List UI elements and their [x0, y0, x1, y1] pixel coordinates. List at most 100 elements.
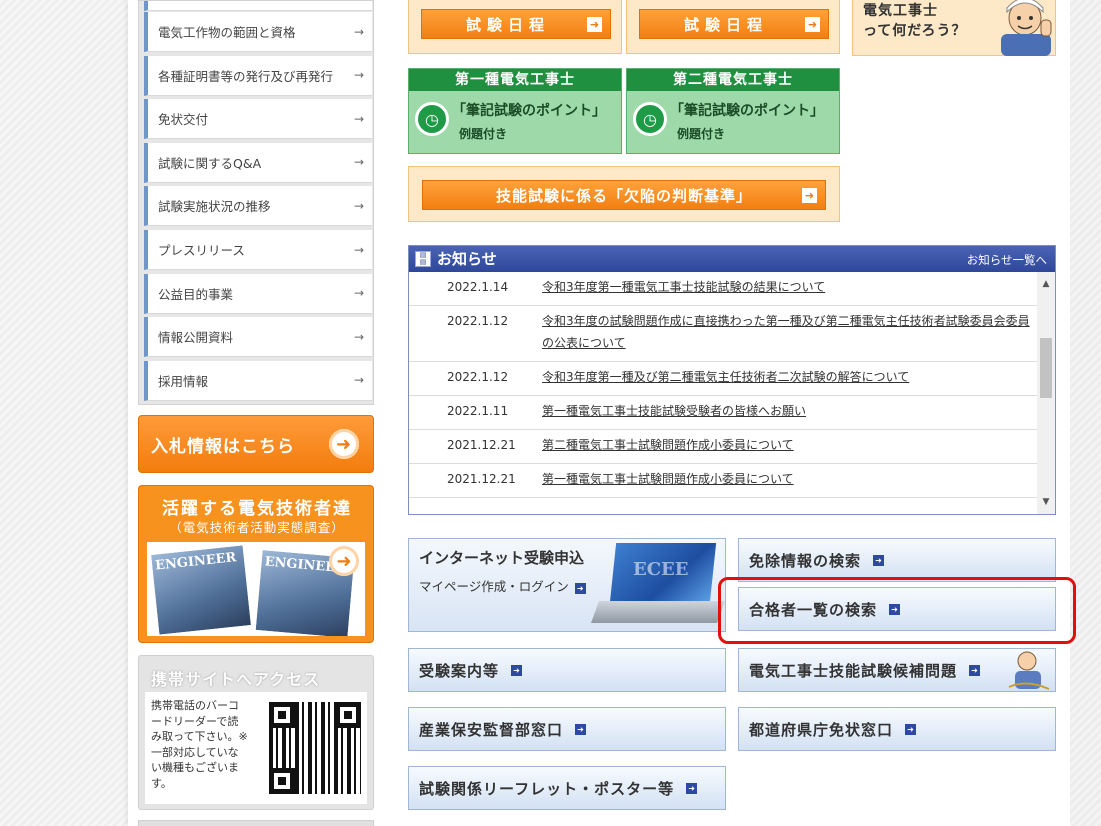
news-header: ▤ ▤ お知らせ お知らせ一覧へ: [409, 246, 1055, 272]
news-box: ▤ ▤ お知らせ お知らせ一覧へ 2022.1.14 令和3年度第一種電気工事士技能…: [408, 245, 1056, 515]
skill-candidates-button[interactable]: 電気工事士技能試験候補問題 ➜: [738, 648, 1056, 692]
what-is-electrician-banner[interactable]: 電気工事士 って何だろう？: [852, 0, 1056, 56]
arrow-right-icon: ➜: [575, 723, 587, 735]
arrow-right-icon: ➜: [969, 664, 981, 676]
news-link[interactable]: 令和3年度第一種及び第二種電気主任技術者二次試験の解答について: [542, 366, 1032, 388]
passers-search-button[interactable]: 合格者一覧の検索 ➜: [738, 587, 1056, 631]
news-date: 2021.12.21: [447, 472, 516, 486]
sidebar-menu: 電気工作物の範囲と資格 → 各種証明書等の発行及び再発行 → 免状交付 → 試験に関するQ&…: [138, 0, 374, 405]
written-points-sub: 例題付き: [459, 127, 508, 141]
news-all-link[interactable]: お知らせ一覧へ: [967, 252, 1047, 268]
defect-criteria-button[interactable]: 技能試験に係る「欠陥の判断基準」 ➜: [422, 180, 826, 210]
sidebar-item[interactable]: 免状交付 →: [144, 99, 372, 140]
what-is-electrician-text: 電気工事士 って何だろう？: [863, 3, 967, 39]
sidebar-item-label: 試験実施状況の推移: [158, 199, 271, 215]
sidebar-item-label: 採用情報: [158, 373, 209, 389]
sidebar-item-label: 免状交付: [158, 112, 209, 128]
mobile-site-title: 携帯サイトへアクセス: [151, 670, 321, 689]
news-link[interactable]: 第二種電気工事士試験問題作成小委員について: [542, 434, 1032, 456]
worker-wiring-icon: [1008, 651, 1050, 690]
news-scrollbar[interactable]: ▲ ▼: [1037, 272, 1055, 514]
scroll-down-icon[interactable]: ▼: [1037, 494, 1055, 510]
prefecture-office-button[interactable]: 都道府県庁免状窓口 ➜: [738, 707, 1056, 751]
magazine-cover-1: ENGINEER: [148, 543, 254, 636]
arrow-right-icon: →: [353, 329, 364, 344]
news-row: 2022.1.11 第一種電気工事士技能試験受験者の皆様へお願い: [409, 396, 1037, 430]
written-points-card-2[interactable]: 第二種電気工事士 ◷ 「筆記試験のポイント」 例題付き: [626, 68, 840, 154]
arrow-right-icon: →: [353, 24, 364, 39]
sidebar-item[interactable]: 試験実施状況の推移 →: [144, 186, 372, 227]
clock-test-icon: ◷: [415, 102, 449, 136]
sidebar-item[interactable]: 試験に関するQ&A →: [144, 142, 372, 183]
engineer-banner-title: 活躍する電気技術者達: [162, 499, 352, 519]
news-link[interactable]: 令和3年度第一種電気工事士技能試験の結果について: [542, 276, 1032, 298]
mobile-site-box: 携帯サイトへアクセス 携帯電話のバーコードリーダーで読み取って下さい。※一部対応…: [138, 655, 374, 810]
scrollbar-thumb[interactable]: [1040, 338, 1052, 398]
exemption-search-button[interactable]: 免除情報の検索 ➜: [738, 538, 1056, 582]
sidebar-item-label: 電気工作物の範囲と資格: [158, 25, 296, 40]
arrow-right-icon: ➜: [329, 546, 359, 576]
mypage-login-link[interactable]: マイページ作成・ログイン ➜: [419, 576, 586, 595]
arrow-right-icon: ➜: [686, 782, 698, 794]
news-row: 2022.1.12 令和3年度第一種及び第二種電気主任技術者二次試験の解答について: [409, 362, 1037, 396]
written-points-sub: 例題付き: [677, 127, 726, 141]
bid-info-banner[interactable]: 入札情報はこちら ➜: [138, 415, 374, 473]
schedule-button-label: 試験日程: [684, 15, 769, 34]
arrow-right-icon: ➜: [802, 188, 817, 203]
news-link[interactable]: 第一種電気工事士試験問題作成小委員について: [542, 468, 1032, 490]
clock-test-icon: ◷: [633, 102, 667, 136]
news-date: 2022.1.14: [447, 280, 509, 294]
arrow-right-icon: →: [353, 155, 364, 170]
internet-application-title: インターネット受験申込: [419, 549, 585, 567]
safety-office-button[interactable]: 産業保安監督部窓口 ➜: [408, 707, 726, 751]
written-points-card-1[interactable]: 第一種電気工事士 ◷ 「筆記試験のポイント」 例題付き: [408, 68, 622, 154]
sidebar-item[interactable]: 情報公開資料 →: [144, 317, 372, 358]
arrow-right-icon: →: [353, 373, 364, 388]
arrow-right-icon: →: [353, 68, 364, 83]
news-link[interactable]: 第一種電気工事士技能試験受験者の皆様へお願い: [542, 400, 1032, 422]
schedule-card-1: 試験日程 ➜: [408, 0, 622, 54]
sidebar-item[interactable]: 電気工作物の範囲と資格 →: [144, 12, 372, 52]
schedule-button-2[interactable]: 試験日程 ➜: [639, 9, 829, 39]
laptop-icon: ECEE: [590, 539, 725, 631]
schedule-card-2: 試験日程 ➜: [626, 0, 840, 54]
sidebar-item[interactable]: 採用情報 →: [144, 360, 372, 401]
schedule-button-1[interactable]: 試験日程 ➜: [421, 9, 611, 39]
news-row: 2021.12.21 第二種電気工事士試験問題作成小委員について: [409, 430, 1037, 464]
defect-criteria-card: 技能試験に係る「欠陥の判断基準」 ➜: [408, 166, 840, 222]
arrow-right-icon: ➜: [574, 583, 586, 594]
bid-info-label: 入札情報はこちら: [151, 436, 295, 457]
mobile-site-text: 携帯電話のバーコードリーダーで読み取って下さい。※一部対応していない機種もござい…: [151, 699, 248, 790]
arrow-right-icon: ➜: [587, 17, 602, 32]
news-date: 2022.1.12: [447, 314, 509, 328]
schedule-button-label: 試験日程: [466, 15, 551, 34]
news-date: 2022.1.12: [447, 370, 509, 384]
written-points-header: 第二種電気工事士: [627, 69, 839, 91]
arrow-right-icon: →: [353, 242, 364, 257]
sidebar-next-box: [138, 820, 374, 826]
page-background-left: [0, 0, 128, 826]
exam-guide-button[interactable]: 受験案内等 ➜: [408, 648, 726, 692]
scroll-up-icon[interactable]: ▲: [1037, 276, 1055, 292]
news-link[interactable]: 令和3年度の試験問題作成に直接携わった第一種及び第二種電気主任技術者試験委員会委…: [542, 310, 1032, 354]
news-row: 2021.12.21 第一種電気工事士試験問題作成小委員について: [409, 464, 1037, 498]
news-title: お知らせ: [437, 250, 497, 268]
engineer-survey-banner[interactable]: 活躍する電気技術者達 （電気技術者活動実態調査） ENGINEER ENGINE…: [138, 485, 374, 643]
arrow-right-icon: ➜: [889, 603, 901, 615]
arrow-right-icon: ➜: [905, 723, 917, 735]
arrow-right-icon: →: [353, 198, 364, 213]
sidebar-item[interactable]: 各種証明書等の発行及び再発行 →: [144, 55, 372, 96]
mobile-site-body: 携帯電話のバーコードリーダーで読み取って下さい。※一部対応していない機種もござい…: [145, 692, 367, 804]
sidebar-item[interactable]: 公益目的事業 →: [144, 273, 372, 314]
leaflet-poster-button[interactable]: 試験関係リーフレット・ポスター等 ➜: [408, 766, 726, 810]
sidebar-item[interactable]: プレスリリース →: [144, 230, 372, 270]
sidebar-item-label: 情報公開資料: [158, 330, 234, 346]
arrow-right-icon: ➜: [805, 17, 820, 32]
defect-criteria-label: 技能試験に係る「欠陥の判断基準」: [495, 186, 752, 205]
qr-code-icon: [263, 696, 367, 800]
sidebar-item-label: 各種証明書等の発行及び再発行: [158, 68, 334, 84]
internet-application-banner[interactable]: ECEE インターネット受験申込 マイページ作成・ログイン ➜: [408, 538, 726, 632]
sidebar-item-partial[interactable]: [144, 1, 372, 11]
news-list-icon: ▤ ▤: [415, 251, 431, 267]
sidebar-item-label: 試験に関するQ&A: [158, 155, 262, 171]
